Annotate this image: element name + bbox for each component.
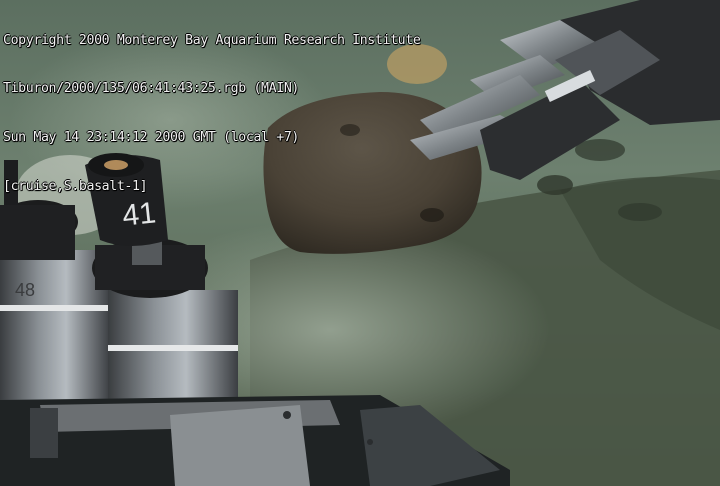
frame-id-line: Tiburon/2000/135/06:41:43:25.rgb (MAIN) — [3, 81, 299, 97]
seafloor-pit — [618, 203, 662, 221]
seafloor-pit — [537, 175, 573, 195]
timestamp-line: Sun May 14 23:14:12 2000 GMT (local +7) — [3, 130, 299, 146]
frame-bolt — [367, 439, 373, 445]
cruise-tag-line: [cruise,S.basalt-1] — [3, 179, 148, 195]
frame-bolt — [283, 411, 291, 419]
camera-frame: 48 41 Copyright 2000 Monterey Bay Aquari… — [0, 0, 720, 486]
copyright-line: Copyright 2000 Monterey Bay Aquarium Res… — [3, 32, 421, 48]
rock-hole — [420, 208, 444, 222]
sampler-tube-left-label: 48 — [15, 280, 35, 300]
video-info-overlay: Copyright 2000 Monterey Bay Aquarium Res… — [3, 0, 421, 212]
